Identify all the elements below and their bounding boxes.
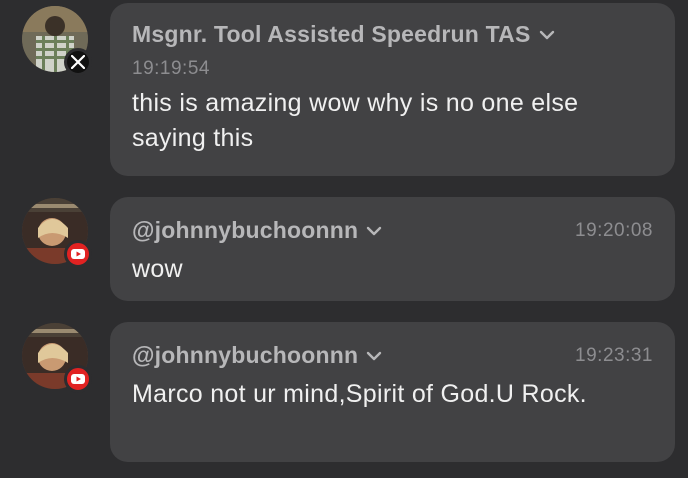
timestamp: 19:20:08 (575, 219, 653, 241)
youtube-logo-icon (64, 365, 92, 393)
author-name-button[interactable]: @johnnybuchoonnn (132, 217, 382, 244)
timestamp: 19:19:54 (132, 58, 210, 79)
chat-feed: Msgnr. Tool Assisted Speedrun TAS 19:19:… (0, 0, 688, 478)
message-bubble: Msgnr. Tool Assisted Speedrun TAS 19:19:… (110, 3, 675, 176)
x-logo-icon (64, 48, 92, 76)
author-row: @johnnybuchoonnn 19:20:08 (132, 217, 653, 244)
chevron-down-icon (366, 226, 382, 236)
author-name: Msgnr. Tool Assisted Speedrun TAS (132, 21, 531, 47)
avatar[interactable] (22, 6, 92, 76)
author-name: @johnnybuchoonnn (132, 342, 359, 368)
message-bubble: @johnnybuchoonnn 19:20:08 wow (110, 197, 675, 301)
author-row: @johnnybuchoonnn 19:23:31 (132, 342, 653, 369)
author-name: @johnnybuchoonnn (132, 217, 359, 243)
chevron-down-icon (539, 30, 555, 40)
author-name-button[interactable]: Msgnr. Tool Assisted Speedrun TAS (132, 21, 555, 48)
timestamp: 19:23:31 (575, 344, 653, 366)
message-bubble: @johnnybuchoonnn 19:23:31 Marco not ur m… (110, 322, 675, 462)
avatar[interactable] (22, 198, 92, 268)
author-name-button[interactable]: @johnnybuchoonnn (132, 342, 382, 369)
message-text: this is amazing wow why is no one else s… (132, 89, 579, 152)
author-row: Msgnr. Tool Assisted Speedrun TAS (132, 21, 653, 48)
chevron-down-icon (366, 351, 382, 361)
message-text: wow (132, 255, 183, 283)
message-text: Marco not ur mind,Spirit of God.U Rock. (132, 380, 587, 408)
youtube-logo-icon (64, 240, 92, 268)
avatar[interactable] (22, 323, 92, 393)
